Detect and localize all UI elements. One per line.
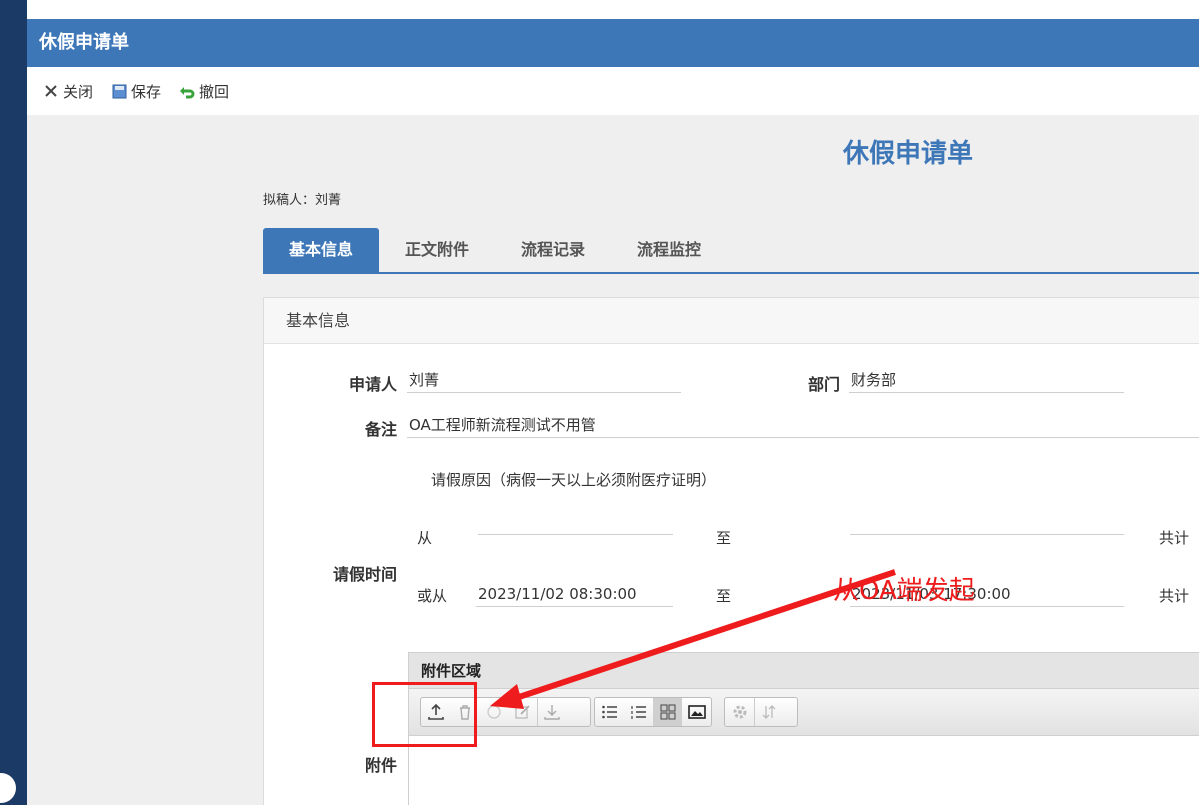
grid-icon bbox=[660, 704, 675, 720]
attachment-area: 附件区域 bbox=[408, 652, 1199, 805]
window-title: 休假申请单 bbox=[27, 19, 1199, 67]
or-from-field[interactable]: 2023/11/02 08:30:00 bbox=[476, 583, 673, 607]
annotation-text: 从OA端发起 bbox=[833, 576, 975, 606]
close-label: 关闭 bbox=[63, 82, 94, 101]
close-button[interactable]: 关闭 bbox=[43, 81, 93, 102]
applicant-field[interactable]: 刘菁 bbox=[407, 369, 681, 393]
action-toolbar: 关闭 保存 撤回 bbox=[27, 67, 1199, 115]
remark-field[interactable]: OA工程师新流程测试不用管 bbox=[407, 414, 1199, 438]
or-to-label: 至 bbox=[716, 587, 732, 605]
settings-button[interactable] bbox=[725, 698, 754, 726]
preview-button[interactable] bbox=[479, 698, 508, 726]
grid-view-button[interactable] bbox=[653, 698, 682, 726]
tab-basic-info[interactable]: 基本信息 bbox=[263, 228, 379, 272]
image-icon bbox=[687, 705, 706, 719]
drafter-text: 拟稿人：刘菁 bbox=[263, 193, 342, 208]
to-label: 至 bbox=[716, 529, 732, 547]
edit-button[interactable] bbox=[508, 698, 537, 726]
circle-icon bbox=[486, 705, 501, 719]
close-icon bbox=[43, 83, 59, 99]
settings-group bbox=[724, 697, 798, 727]
detail-view-button[interactable] bbox=[624, 698, 653, 726]
attachment-toolbar bbox=[409, 689, 1199, 736]
tab-flow-records[interactable]: 流程记录 bbox=[495, 228, 611, 272]
to-field[interactable] bbox=[850, 534, 1124, 535]
total-label: 共计 bbox=[1159, 529, 1190, 547]
download-button[interactable] bbox=[537, 698, 566, 726]
undo-icon bbox=[179, 83, 195, 99]
dept-label: 部门 bbox=[808, 375, 841, 394]
sort-button[interactable] bbox=[754, 698, 783, 726]
attachment-area-title: 附件区域 bbox=[409, 653, 1199, 689]
list-view-button[interactable] bbox=[595, 698, 624, 726]
tab-flow-monitor[interactable]: 流程监控 bbox=[611, 228, 727, 272]
or-total-label: 共计 bbox=[1159, 587, 1190, 605]
save-button[interactable]: 保存 bbox=[111, 81, 161, 102]
view-mode-group bbox=[594, 697, 712, 727]
panel-title: 基本信息 bbox=[264, 298, 1199, 344]
gear-icon bbox=[733, 705, 746, 719]
sidebar-circle bbox=[0, 773, 16, 803]
sort-icon bbox=[762, 705, 776, 719]
from-field[interactable] bbox=[478, 534, 673, 535]
undo-label: 撤回 bbox=[199, 82, 230, 101]
leave-reason-label: 请假原因（病假一天以上必须附医疗证明） bbox=[431, 471, 717, 489]
from-label: 从 bbox=[417, 529, 433, 547]
top-bar bbox=[27, 0, 1199, 19]
form-title: 休假申请单 bbox=[843, 139, 974, 169]
undo-button[interactable]: 撤回 bbox=[179, 81, 229, 102]
edit-icon bbox=[515, 705, 530, 719]
save-icon bbox=[111, 83, 127, 99]
remark-label: 备注 bbox=[365, 420, 398, 439]
download-icon bbox=[544, 705, 560, 720]
save-label: 保存 bbox=[131, 82, 162, 101]
or-from-label: 或从 bbox=[417, 587, 448, 605]
thumbnail-view-button[interactable] bbox=[682, 698, 711, 726]
dept-field[interactable]: 财务部 bbox=[849, 369, 1124, 393]
tab-attachments[interactable]: 正文附件 bbox=[379, 228, 495, 272]
form-tabs: 基本信息 正文附件 流程记录 流程监控 bbox=[263, 228, 1199, 274]
left-sidebar-strip bbox=[0, 0, 27, 805]
attachment-label: 附件 bbox=[365, 756, 398, 775]
applicant-label: 申请人 bbox=[349, 375, 398, 394]
numbered-list-icon bbox=[630, 706, 646, 719]
annotation-highlight-box bbox=[372, 682, 477, 747]
list-icon bbox=[601, 705, 617, 719]
leave-time-label: 请假时间 bbox=[333, 565, 398, 584]
